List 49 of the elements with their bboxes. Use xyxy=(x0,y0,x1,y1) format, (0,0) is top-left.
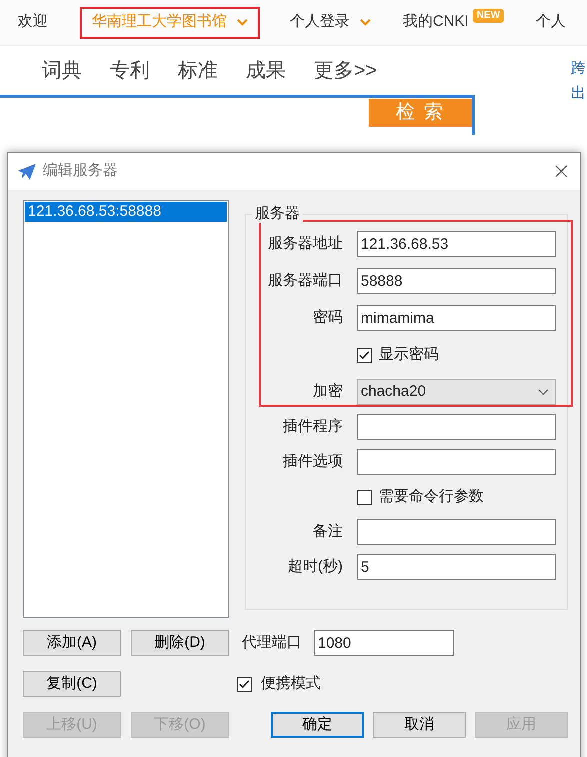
category-tab[interactable]: 词典 xyxy=(42,56,82,86)
input-field[interactable] xyxy=(357,414,556,440)
field-label: 服务器端口 xyxy=(267,270,343,291)
category-tab[interactable]: 专利 xyxy=(110,56,150,86)
input-field[interactable]: 1080 xyxy=(314,630,454,656)
nav-item[interactable]: 我的CNKI NEW xyxy=(403,11,504,34)
category-tab[interactable]: 标准 xyxy=(178,56,218,86)
caret-icon xyxy=(360,19,371,26)
input-field[interactable]: 121.36.68.53 xyxy=(357,231,556,257)
field-label: 插件程序 xyxy=(282,416,343,437)
side-link[interactable]: 跨 xyxy=(571,58,586,80)
nav-item[interactable]: 个人登录 xyxy=(290,11,371,34)
input-field[interactable] xyxy=(357,449,556,475)
dialog-button[interactable]: 复制(C) xyxy=(23,671,121,697)
input-field[interactable] xyxy=(357,519,556,545)
field-label: 密码 xyxy=(312,308,343,328)
field-label: 加密 xyxy=(312,382,343,402)
window-title: 编辑服务器 xyxy=(43,161,118,182)
dialog-button[interactable]: 添加(A) xyxy=(23,630,121,656)
group-title: 服务器 xyxy=(252,205,303,223)
dialog-button[interactable]: 确定 xyxy=(271,712,364,738)
input-field[interactable]: mimamima xyxy=(357,305,556,331)
dialog-button[interactable]: 删除(D) xyxy=(131,630,229,656)
category-tab[interactable]: 更多>> xyxy=(314,56,378,86)
nav-item[interactable]: 欢迎 xyxy=(18,11,48,34)
field-label: 服务器地址 xyxy=(267,234,343,254)
encryption-dropdown[interactable]: chacha20 xyxy=(357,379,556,405)
caret-icon xyxy=(237,19,248,26)
field-label: 备注 xyxy=(312,522,343,542)
server-list-item[interactable]: 121.36.68.53:58888 xyxy=(25,202,227,222)
close-icon[interactable] xyxy=(555,165,568,178)
checkbox[interactable] xyxy=(237,676,252,692)
dialog-button[interactable]: 取消 xyxy=(373,712,466,738)
input-field[interactable]: 58888 xyxy=(357,268,556,294)
checkbox[interactable] xyxy=(357,490,372,504)
nav-item[interactable]: 个人 xyxy=(536,11,566,34)
new-badge: NEW xyxy=(472,8,504,22)
checkbox-label: 显示密码 xyxy=(379,344,439,365)
chevron-down-icon xyxy=(538,388,549,396)
field-label: 代理端口 xyxy=(242,632,302,653)
checkbox[interactable] xyxy=(357,348,372,362)
category-tab[interactable]: 成果 xyxy=(246,56,286,86)
checkbox-label: 需要命令行参数 xyxy=(379,486,484,507)
input-field[interactable]: 5 xyxy=(357,554,556,580)
field-label: 超时(秒) xyxy=(287,556,343,577)
side-link[interactable]: 出 xyxy=(571,83,586,135)
field-label: 插件选项 xyxy=(282,452,343,472)
checkbox-label: 便携模式 xyxy=(261,674,321,694)
paper-plane-icon xyxy=(18,164,36,180)
